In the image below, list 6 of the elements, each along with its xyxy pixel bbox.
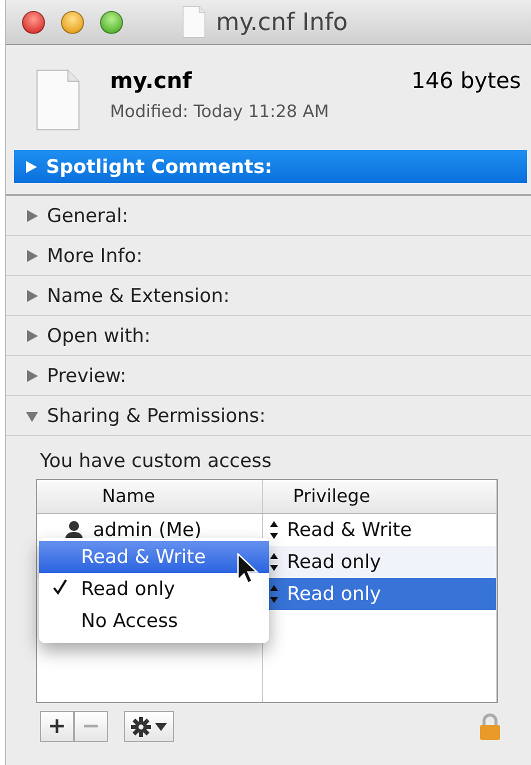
modified-date: Modified: Today 11:28 AM: [110, 102, 330, 122]
file-name: my.cnf: [110, 69, 192, 94]
file-size: 146 bytes: [411, 69, 521, 94]
access-note: You have custom access: [39, 449, 272, 474]
user-name: admin (Me): [93, 519, 202, 541]
window-title: my.cnf Info: [216, 8, 348, 36]
